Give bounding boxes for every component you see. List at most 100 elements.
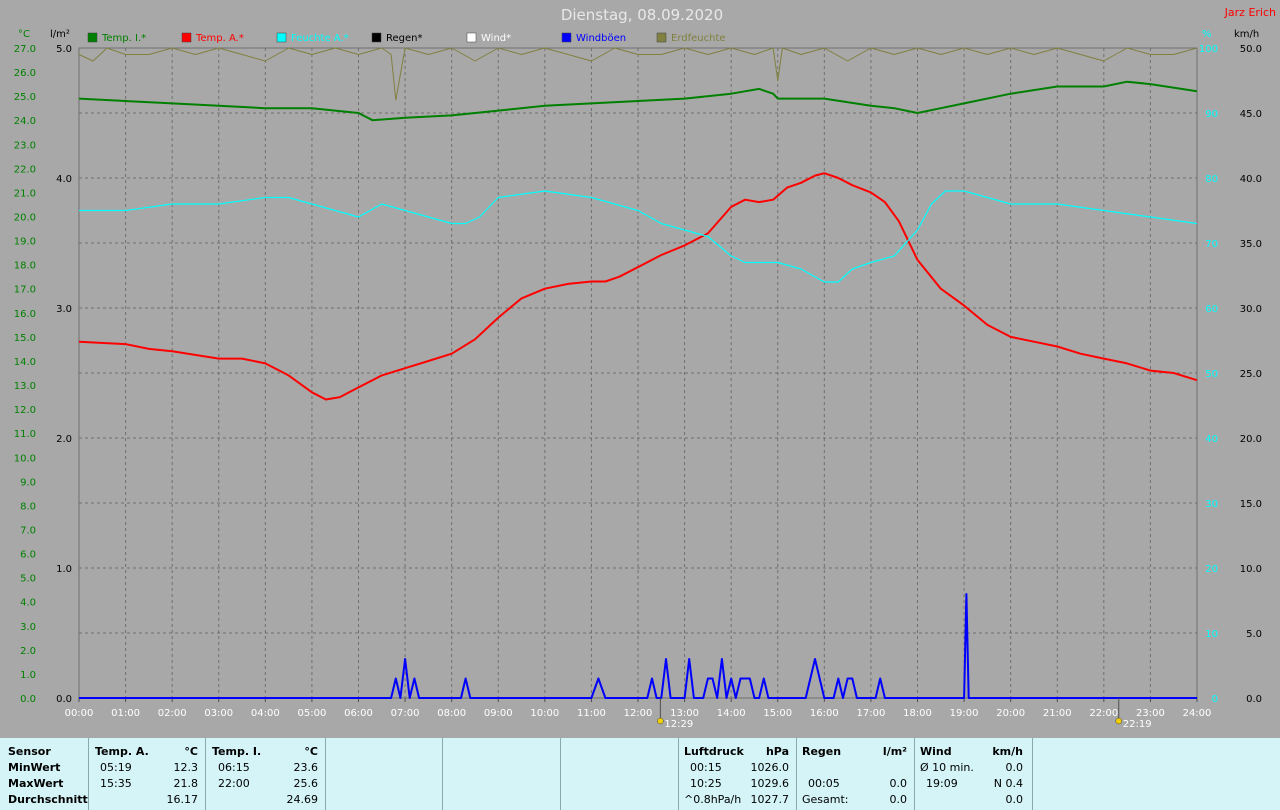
temp-tick-label: 17.0 bbox=[14, 285, 36, 296]
x-tick-label: 20:00 bbox=[996, 708, 1025, 719]
x-tick-label: 17:00 bbox=[857, 708, 886, 719]
legend-swatch bbox=[181, 32, 192, 43]
rain-tick-label: 5.0 bbox=[56, 44, 72, 55]
x-tick-label: 22:00 bbox=[1089, 708, 1118, 719]
legend-swatch bbox=[276, 32, 287, 43]
x-tick-label: 13:00 bbox=[670, 708, 699, 719]
temp-tick-label: 5.0 bbox=[20, 574, 36, 585]
pressure-trend: ^0.8hPa/h bbox=[684, 793, 742, 806]
rain-tick-label: 1.0 bbox=[56, 564, 72, 575]
rain-tick-label: 4.0 bbox=[56, 174, 72, 185]
temp-tick-label: 20.0 bbox=[14, 213, 36, 224]
wind-tick-label: 0.0 bbox=[1246, 694, 1262, 705]
temp-tick-label: 3.0 bbox=[20, 622, 36, 633]
chart-title: Dienstag, 08.09.2020 bbox=[561, 6, 723, 24]
wind-tick-label: 30.0 bbox=[1240, 304, 1262, 315]
wind-tick-label: 25.0 bbox=[1240, 369, 1262, 380]
temp-i-min-val: 23.6 bbox=[293, 761, 319, 774]
temp-tick-label: 1.0 bbox=[20, 670, 36, 681]
temp-tick-label: 27.0 bbox=[14, 44, 36, 55]
humidity-tick-label: 100 bbox=[1199, 44, 1218, 55]
temp-i-max-time: 22:00 bbox=[218, 777, 250, 790]
wind-tick-label: 50.0 bbox=[1240, 44, 1262, 55]
legend-label: Wind* bbox=[481, 33, 511, 44]
rain-max-val: 0.0 bbox=[889, 777, 908, 790]
pressure-min-val: 1026.0 bbox=[750, 761, 790, 774]
row-label-max: MaxWert bbox=[8, 777, 64, 790]
x-tick-label: 08:00 bbox=[437, 708, 466, 719]
rain-tick-label: 2.0 bbox=[56, 434, 72, 445]
x-tick-label: 16:00 bbox=[810, 708, 839, 719]
temp-tick-label: 14.0 bbox=[14, 357, 36, 368]
wind-tick-label: 10.0 bbox=[1240, 564, 1262, 575]
temp-tick-label: 12.0 bbox=[14, 405, 36, 416]
legend-label: Erdfeuchte bbox=[671, 33, 726, 44]
rain-unit-label: l/m² bbox=[50, 29, 70, 40]
x-tick-label: 10:00 bbox=[530, 708, 559, 719]
x-tick-label: 12:00 bbox=[624, 708, 653, 719]
temp-tick-label: 21.0 bbox=[14, 188, 36, 199]
temp-a-min-time: 05:19 bbox=[100, 761, 132, 774]
wind-unit: km/h bbox=[992, 745, 1023, 758]
row-label-avg: Durchschnitt bbox=[8, 793, 88, 806]
temp-tick-label: 25.0 bbox=[14, 92, 36, 103]
rain-max-time: 00:05 bbox=[808, 777, 840, 790]
humidity-tick-label: 60 bbox=[1205, 304, 1218, 315]
rain-tick-label: 0.0 bbox=[56, 694, 72, 705]
x-tick-label: 07:00 bbox=[391, 708, 420, 719]
temp-tick-label: 16.0 bbox=[14, 309, 36, 320]
legend-swatch bbox=[466, 32, 477, 43]
temp-i-max-val: 25.6 bbox=[293, 777, 319, 790]
wind-max-time: 19:09 bbox=[926, 777, 958, 790]
temp-tick-label: 11.0 bbox=[14, 429, 36, 440]
humidity-tick-label: 90 bbox=[1205, 109, 1218, 120]
rain-total: 0.0 bbox=[889, 793, 908, 806]
humidity-unit-label: % bbox=[1202, 29, 1212, 40]
pressure-max-time: 10:25 bbox=[690, 777, 722, 790]
wind-tick-label: 20.0 bbox=[1240, 434, 1262, 445]
pressure-unit: hPa bbox=[765, 745, 789, 758]
x-tick-label: 09:00 bbox=[484, 708, 513, 719]
temp-tick-label: 19.0 bbox=[14, 237, 36, 248]
temp-tick-label: 10.0 bbox=[14, 453, 36, 464]
wind-tick-label: 15.0 bbox=[1240, 499, 1262, 510]
temp-tick-label: 26.0 bbox=[14, 68, 36, 79]
x-tick-label: 04:00 bbox=[251, 708, 280, 719]
legend-swatch bbox=[87, 32, 98, 43]
humidity-tick-label: 10 bbox=[1205, 629, 1218, 640]
weather-chart: Dienstag, 08.09.2020 Jarz Erich °C l/m² … bbox=[14, 6, 1276, 730]
temp-i-min-time: 06:15 bbox=[218, 761, 250, 774]
sun-icon bbox=[1115, 717, 1122, 725]
x-tick-label: 11:00 bbox=[577, 708, 606, 719]
temp-tick-label: 22.0 bbox=[14, 164, 36, 175]
temp-tick-label: 18.0 bbox=[14, 261, 36, 272]
rain-unit: l/m² bbox=[882, 745, 907, 758]
temp-a-min-val: 12.3 bbox=[173, 761, 199, 774]
x-tick-label: 21:00 bbox=[1043, 708, 1072, 719]
temp-tick-label: 6.0 bbox=[20, 550, 36, 561]
temp-tick-label: 2.0 bbox=[20, 646, 36, 657]
x-tick-label: 05:00 bbox=[298, 708, 327, 719]
legend-label: Temp. A.* bbox=[195, 33, 244, 44]
wind-last-val: 0.0 bbox=[1005, 793, 1024, 806]
humidity-tick-label: 50 bbox=[1205, 369, 1218, 380]
x-tick-label: 14:00 bbox=[717, 708, 746, 719]
author-label: Jarz Erich bbox=[1224, 6, 1276, 19]
wind-header: Wind bbox=[920, 745, 952, 758]
pressure-max-val: 1029.6 bbox=[750, 777, 790, 790]
x-tick-label: 00:00 bbox=[65, 708, 94, 719]
humidity-tick-label: 70 bbox=[1205, 239, 1218, 250]
temp-i-unit: °C bbox=[304, 745, 318, 758]
wind-unit-label: km/h bbox=[1234, 29, 1259, 40]
x-tick-label: 18:00 bbox=[903, 708, 932, 719]
temp-a-header: Temp. A. bbox=[95, 745, 149, 758]
temp-i-header: Temp. I. bbox=[212, 745, 262, 758]
x-tick-label: 23:00 bbox=[1136, 708, 1165, 719]
temp-a-max-time: 15:35 bbox=[100, 777, 132, 790]
x-tick-label: 19:00 bbox=[950, 708, 979, 719]
wind-avg-label: Ø 10 min. bbox=[920, 761, 974, 774]
temp-tick-label: 23.0 bbox=[14, 140, 36, 151]
wind-tick-label: 40.0 bbox=[1240, 174, 1262, 185]
sensor-header: Sensor bbox=[8, 745, 51, 758]
x-tick-label: 01:00 bbox=[111, 708, 140, 719]
